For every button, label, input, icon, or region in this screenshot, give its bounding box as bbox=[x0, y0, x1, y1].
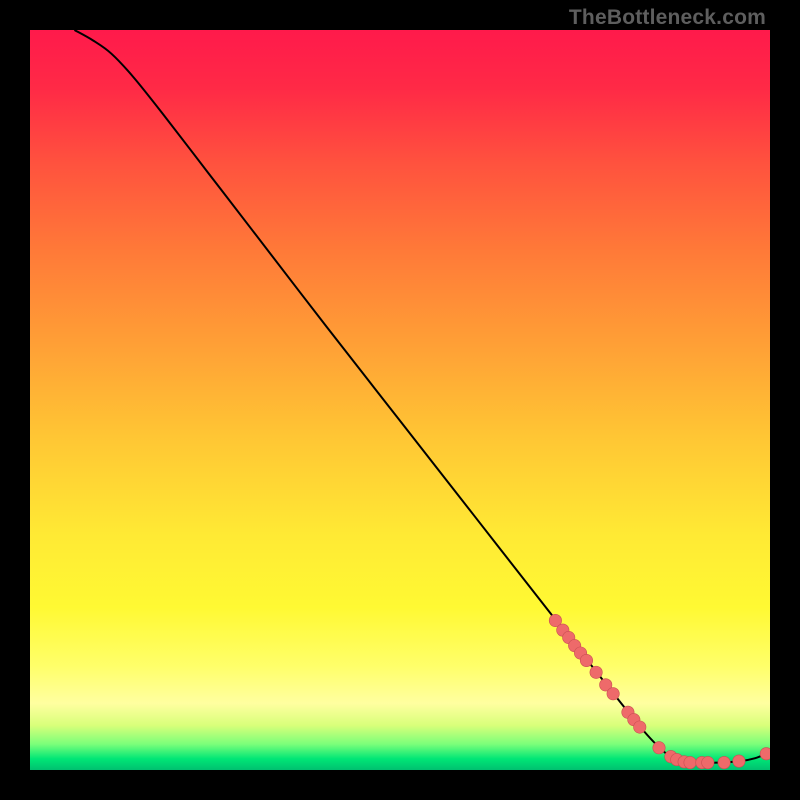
data-point bbox=[634, 721, 646, 733]
data-point bbox=[733, 755, 745, 767]
plot-area bbox=[30, 30, 770, 770]
data-point bbox=[590, 666, 602, 678]
data-point bbox=[760, 748, 770, 760]
data-point bbox=[580, 654, 592, 666]
data-point bbox=[607, 688, 619, 700]
data-points bbox=[30, 30, 770, 770]
data-point bbox=[653, 742, 665, 754]
watermark-text: TheBottleneck.com bbox=[569, 6, 766, 30]
data-point bbox=[684, 756, 696, 768]
data-point bbox=[702, 756, 714, 768]
chart-stage: TheBottleneck.com bbox=[0, 0, 800, 800]
data-point bbox=[718, 756, 730, 768]
